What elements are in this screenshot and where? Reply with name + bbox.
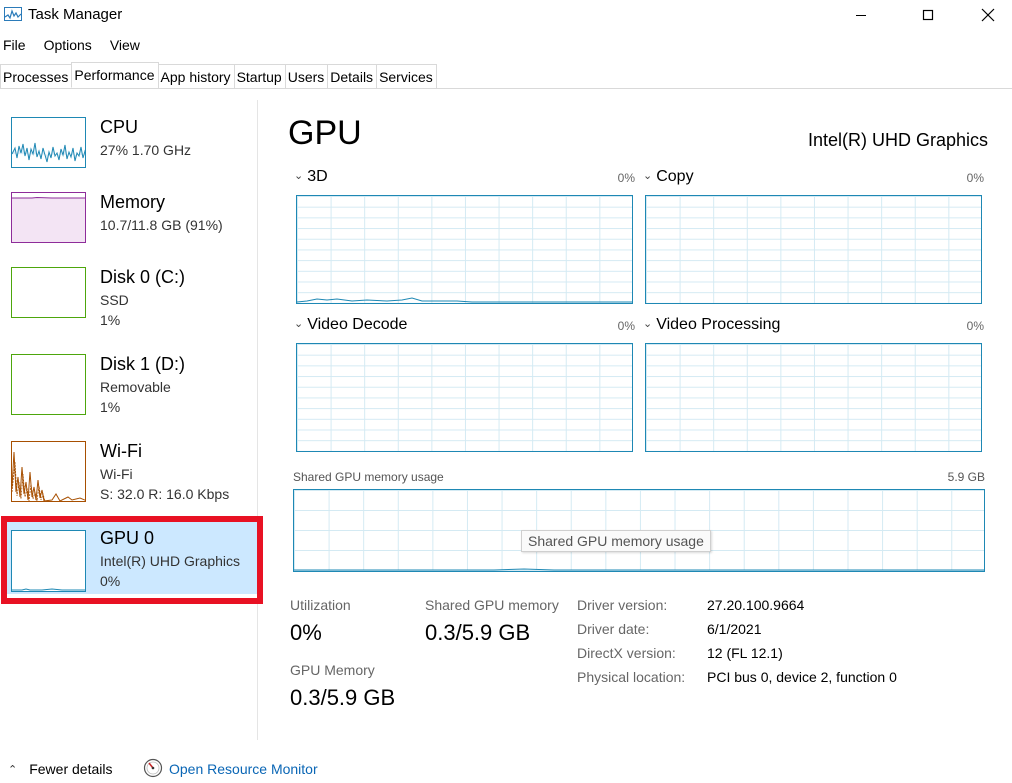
menu-options[interactable]: Options <box>41 35 92 57</box>
utilization-value: 0% <box>290 620 322 645</box>
menu-bar: File Options View <box>0 35 155 57</box>
sidebar-item-name: Disk 0 (C:) <box>100 267 185 287</box>
shared-memory-stat-value: 0.3/5.9 GB <box>425 620 531 645</box>
engine-copy-selector[interactable]: ⌄ Copy <box>643 168 694 186</box>
sidebar-item-disk0[interactable]: Disk 0 (C:) SSD 1% <box>4 250 258 330</box>
utilization-label: Utilization <box>290 597 351 613</box>
gpu-memory-label: GPU Memory <box>290 662 375 678</box>
resource-sidebar: CPU 27% 1.70 GHz Memory 10.7/11.8 GB (91… <box>0 100 258 740</box>
gpu-model-name: Intel(R) UHD Graphics <box>807 130 988 150</box>
shared-memory-label: Shared GPU memory usage <box>293 470 444 484</box>
graph-tooltip: Shared GPU memory usage <box>521 530 711 552</box>
sidebar-item-detail: 27% 1.70 GHz <box>100 142 192 158</box>
selection-highlight-outline <box>1 516 263 604</box>
fewer-details-label: Fewer details <box>29 761 113 777</box>
engine-pct: 0% <box>966 319 984 333</box>
engine-copy-graph <box>645 195 982 304</box>
sidebar-item-usage: 1% <box>100 399 121 415</box>
engine-video-decode-selector[interactable]: ⌄ Video Decode <box>294 316 407 334</box>
engine-label: Video Processing <box>656 316 781 333</box>
gpu-detail-panel: GPU Intel(R) UHD Graphics ⌄ 3D 0% ⌄ Copy 0… <box>258 100 1012 740</box>
page-title: GPU <box>288 114 362 152</box>
engine-pct: 0% <box>617 171 635 185</box>
resource-monitor-icon <box>143 758 163 778</box>
minimize-icon <box>856 15 866 16</box>
wifi-thumbnail-graph <box>11 441 86 502</box>
engine-video-decode-graph <box>296 343 633 452</box>
task-manager-icon <box>4 7 22 21</box>
sidebar-item-wifi[interactable]: Wi-Fi Wi-Fi S: 32.0 R: 16.0 Kbps <box>4 424 258 504</box>
tab-services[interactable]: Services <box>376 64 437 88</box>
memory-thumbnail-graph <box>11 192 86 243</box>
directx-version-label: DirectX version: <box>577 645 676 661</box>
sidebar-item-cpu[interactable]: CPU 27% 1.70 GHz <box>4 100 258 180</box>
engine-label: Video Decode <box>307 316 408 333</box>
physical-location-label: Physical location: <box>577 669 686 685</box>
tab-processes[interactable]: Processes <box>0 64 73 88</box>
sidebar-item-throughput: S: 32.0 R: 16.0 Kbps <box>100 486 230 502</box>
window-title: Task Manager <box>28 6 123 23</box>
engine-video-processing-graph <box>645 343 982 452</box>
sidebar-item-detail: Wi-Fi <box>100 466 133 482</box>
gpu-memory-value: 0.3/5.9 GB <box>290 685 396 710</box>
tab-performance[interactable]: Performance <box>71 62 159 88</box>
engine-pct: 0% <box>966 171 984 185</box>
tab-bar: Processes Performance App history Startu… <box>0 62 1012 89</box>
chevron-down-icon: ⌄ <box>643 318 653 330</box>
tab-app-history[interactable]: App history <box>157 64 235 88</box>
title-bar: Task Manager <box>0 0 1012 30</box>
shared-memory-stat-label: Shared GPU memory <box>425 597 559 613</box>
minimize-button[interactable] <box>838 0 884 30</box>
sidebar-item-name: Disk 1 (D:) <box>100 354 185 374</box>
tab-users[interactable]: Users <box>284 64 329 88</box>
tab-startup[interactable]: Startup <box>233 64 286 88</box>
sidebar-item-name: Wi-Fi <box>100 441 142 461</box>
driver-date-value: 6/1/2021 <box>707 621 762 637</box>
engine-video-processing-selector[interactable]: ⌄ Video Processing <box>643 316 780 334</box>
tab-details[interactable]: Details <box>327 64 378 88</box>
disk1-thumbnail-graph <box>11 354 86 415</box>
engine-3d-graph <box>296 195 633 304</box>
cpu-thumbnail-graph <box>11 117 86 168</box>
engine-pct: 0% <box>617 319 635 333</box>
close-button[interactable] <box>965 0 1011 30</box>
chevron-down-icon: ⌄ <box>294 318 304 330</box>
shared-memory-max: 5.9 GB <box>947 470 985 484</box>
maximize-button[interactable] <box>905 0 951 30</box>
menu-view[interactable]: View <box>107 35 140 57</box>
engine-3d-selector[interactable]: ⌄ 3D <box>294 168 328 186</box>
sidebar-item-name: CPU <box>100 117 139 137</box>
sidebar-item-detail: Removable <box>100 379 171 395</box>
chevron-down-icon: ⌄ <box>294 170 304 182</box>
engine-label: 3D <box>307 168 328 185</box>
footer-bar: ⌃ Fewer details Open Resource Monitor <box>0 756 1012 783</box>
driver-date-label: Driver date: <box>577 621 650 637</box>
sidebar-item-name: Memory <box>100 192 166 212</box>
disk0-thumbnail-graph <box>11 267 86 318</box>
chevron-down-icon: ⌄ <box>643 170 653 182</box>
driver-version-value: 27.20.100.9664 <box>707 597 805 613</box>
physical-location-value: PCI bus 0, device 2, function 0 <box>707 669 897 685</box>
close-icon <box>981 8 995 22</box>
menu-file[interactable]: File <box>0 35 26 57</box>
fewer-details-button[interactable]: ⌃ Fewer details <box>8 761 112 777</box>
directx-version-value: 12 (FL 12.1) <box>707 645 783 661</box>
driver-version-label: Driver version: <box>577 597 668 613</box>
open-resource-monitor-link[interactable]: Open Resource Monitor <box>169 761 318 777</box>
sidebar-item-disk1[interactable]: Disk 1 (D:) Removable 1% <box>4 337 258 417</box>
sidebar-item-usage: 1% <box>100 312 121 328</box>
chevron-up-icon: ⌃ <box>8 763 18 776</box>
engine-label: Copy <box>656 168 694 185</box>
sidebar-item-detail: 10.7/11.8 GB (91%) <box>100 217 223 233</box>
sidebar-item-memory[interactable]: Memory 10.7/11.8 GB (91%) <box>4 175 258 255</box>
sidebar-item-detail: SSD <box>100 292 129 308</box>
maximize-icon <box>922 9 934 21</box>
